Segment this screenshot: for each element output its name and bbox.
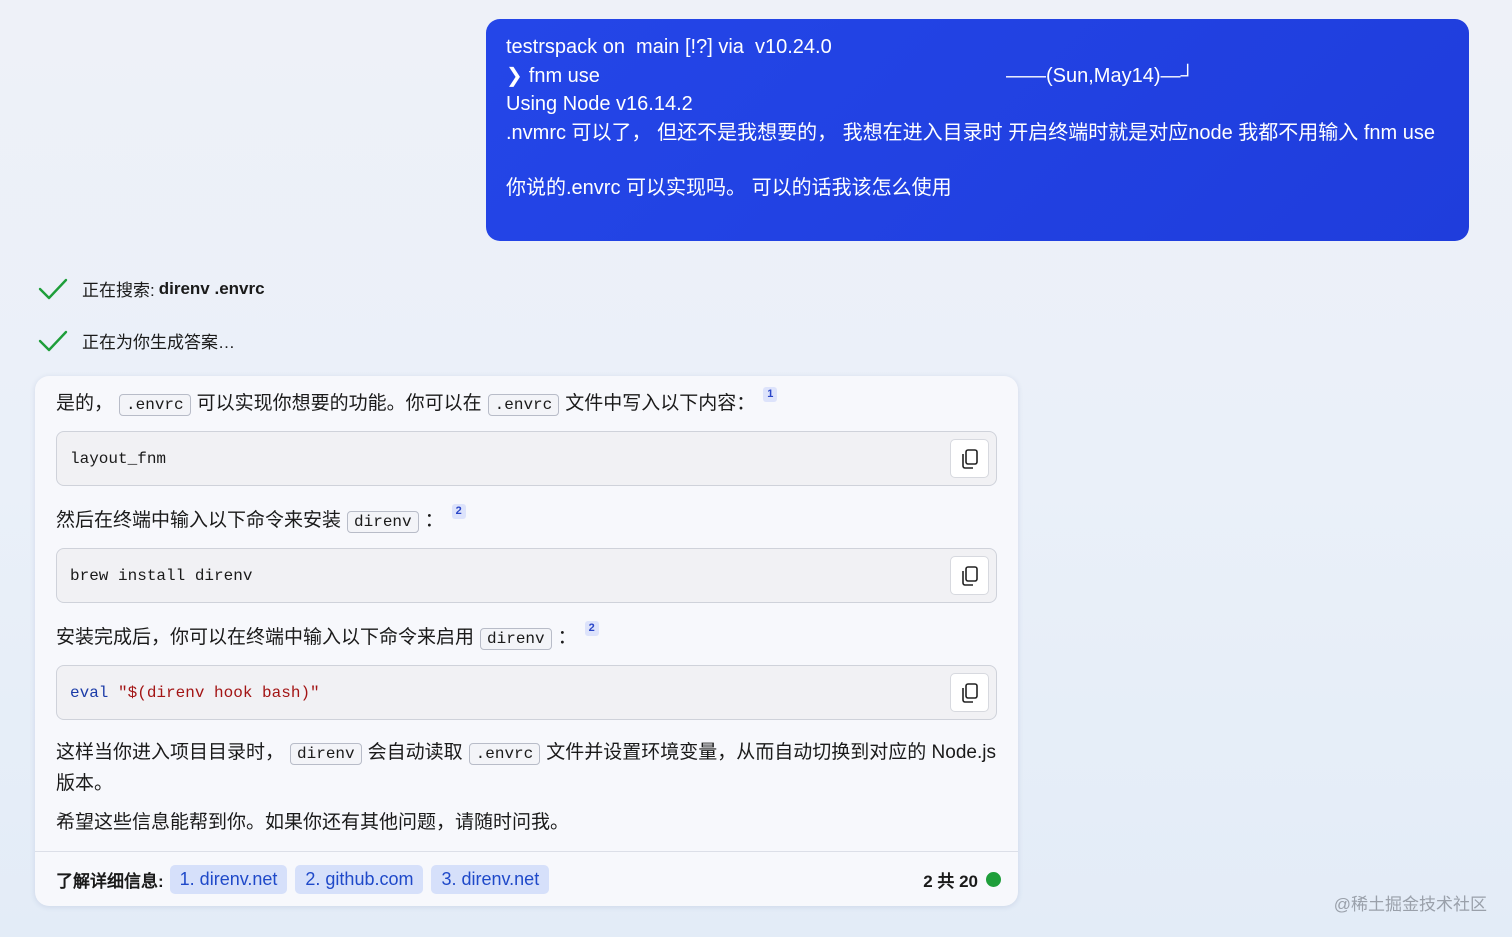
code-string: "$(direnv hook bash)" <box>118 683 320 702</box>
status-search-prefix: 正在搜索: <box>82 281 155 300</box>
copy-button[interactable] <box>950 556 989 595</box>
answer-text: 安装完成后，你可以在终端中输入以下命令来启用 <box>56 627 475 648</box>
watermark: @稀土掘金技术社区 <box>1333 895 1487 914</box>
user-message-command: fnm use <box>528 64 600 87</box>
turn-counter: 2 共 20 <box>923 852 1001 907</box>
copy-icon <box>961 448 978 469</box>
inline-code: .envrc <box>468 743 541 765</box>
answer-paragraph: 希望这些信息能帮到你。如果你还有其他问题，请随时问我。 <box>56 812 570 833</box>
status-dot-icon <box>986 872 1001 887</box>
copy-icon <box>961 565 978 586</box>
inline-code: .envrc <box>119 394 191 416</box>
user-message-bubble: testrspack on main [!?] via v10.24.0 ❯ f… <box>486 19 1469 241</box>
code-block: eval "$(direnv hook bash)" <box>56 665 997 720</box>
answer-paragraph: 然后在终端中输入以下命令来安装 direnv： 2 <box>56 504 997 537</box>
inline-code: direnv <box>347 511 419 533</box>
learn-more-label: 了解详细信息: <box>56 871 164 891</box>
answer-paragraph: 是的， .envrc 可以实现你想要的功能。你可以在 .envrc 文件中写入以下内容：… <box>56 387 997 420</box>
code-block: brew install direnv <box>56 548 997 603</box>
user-message-line: 你说的.envrc 可以实现吗。 可以的话我该怎么使用 <box>506 177 952 199</box>
prompt-chevron-icon: ❯ <box>506 64 523 87</box>
code-text: brew install direnv <box>70 566 253 585</box>
source-link[interactable]: 2. github.com <box>295 864 424 894</box>
answer-text: 文件中写入以下内容： <box>565 393 756 414</box>
turn-count-text: 2 共 20 <box>923 872 978 891</box>
copy-button[interactable] <box>950 673 989 712</box>
copy-icon <box>961 682 978 703</box>
user-message-line: ❯ fnm use ——(Sun,May14)—┘ <box>506 62 1449 91</box>
check-icon <box>38 330 68 351</box>
code-keyword: eval <box>70 683 109 702</box>
answer-text: 然后在终端中输入以下命令来安装 <box>56 510 342 531</box>
answer-text: 这样当你进入项目目录时， <box>56 742 285 763</box>
answer-paragraph: 这样当你进入项目目录时， direnv 会自动读取 .envrc 文件并设置环境变量，从… <box>56 738 997 798</box>
citation-link[interactable]: 1 <box>763 387 778 402</box>
answer-text: ： <box>557 627 577 648</box>
answer-text: 可以实现你想要的功能。你可以在 <box>196 393 482 414</box>
status-generating-text: 正在为你生成答案… <box>82 333 235 352</box>
user-message-timestamp: ——(Sun,May14)—┘ <box>1006 64 1195 87</box>
citation-link[interactable]: 2 <box>451 504 466 519</box>
status-generating: 正在为你生成答案… <box>38 328 235 353</box>
code-text: layout_fnm <box>70 449 167 468</box>
inline-code: .envrc <box>487 394 560 416</box>
code-block: layout_fnm <box>56 431 997 486</box>
answer-text: 会自动读取 <box>367 742 463 763</box>
status-search-query: direnv .envrc <box>158 278 265 298</box>
citation-link[interactable]: 2 <box>584 621 599 636</box>
copy-button[interactable] <box>950 439 989 478</box>
status-searching: 正在搜索: direnv .envrc <box>38 276 265 301</box>
answer-card: 是的， .envrc 可以实现你想要的功能。你可以在 .envrc 文件中写入以下内容：… <box>35 376 1018 906</box>
answer-footer: 了解详细信息: 1. direnv.net 2. github.com 3. d… <box>35 851 1018 906</box>
inline-code: direnv <box>480 628 552 650</box>
user-message-line: testrspack on main [!?] via v10.24.0 <box>506 36 832 58</box>
inline-code: direnv <box>290 743 362 765</box>
user-message-line: Using Node v16.14.2 <box>506 93 693 115</box>
answer-text: ： <box>424 510 444 531</box>
check-icon <box>38 278 68 299</box>
source-link[interactable]: 3. direnv.net <box>431 864 550 894</box>
answer-text: 是的， <box>56 393 114 414</box>
user-message-line: .nvmrc 可以了， 但还不是我想要的， 我想在进入目录时 开启终端时就是对应… <box>506 121 1435 144</box>
code-text: eval "$(direnv hook bash)" <box>70 684 320 702</box>
answer-paragraph: 安装完成后，你可以在终端中输入以下命令来启用 direnv： 2 <box>56 621 997 654</box>
source-link[interactable]: 1. direnv.net <box>169 864 288 894</box>
